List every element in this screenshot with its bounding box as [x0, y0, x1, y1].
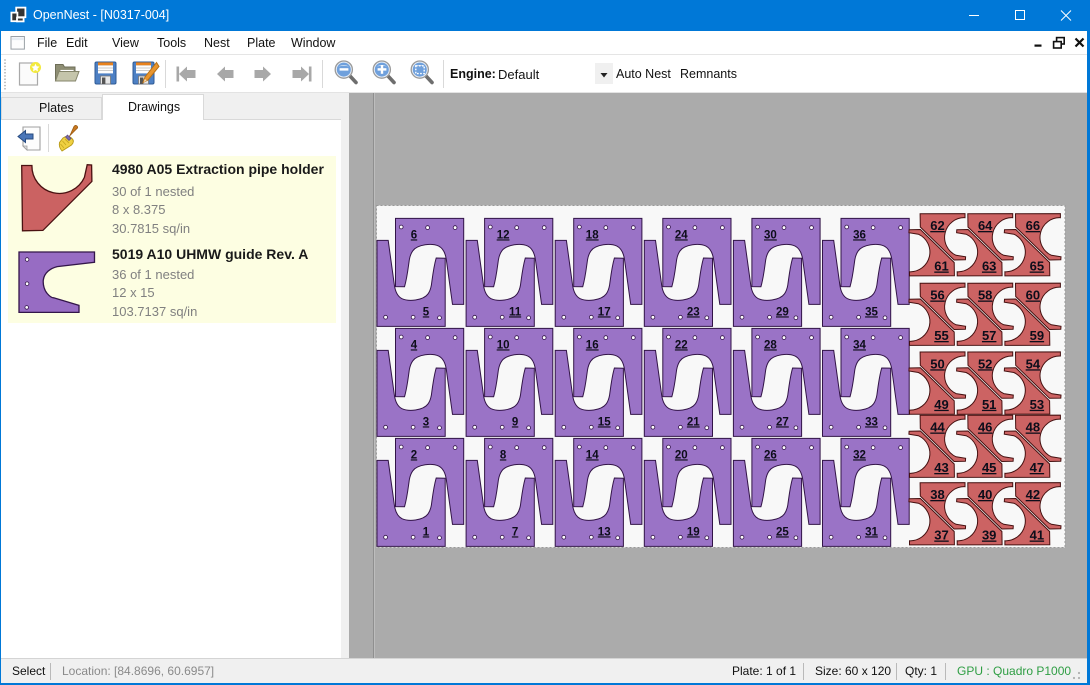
svg-text:29: 29: [776, 306, 789, 318]
svg-text:22: 22: [675, 339, 688, 351]
svg-text:6: 6: [411, 229, 417, 241]
svg-text:63: 63: [982, 259, 996, 274]
svg-text:55: 55: [934, 328, 948, 343]
svg-text:44: 44: [930, 420, 945, 435]
svg-text:9: 9: [512, 416, 518, 428]
svg-text:54: 54: [1026, 356, 1041, 371]
svg-text:4: 4: [411, 339, 418, 351]
svg-text:41: 41: [1030, 528, 1044, 543]
svg-text:1: 1: [423, 526, 430, 538]
svg-text:61: 61: [934, 259, 948, 274]
svg-text:60: 60: [1026, 288, 1040, 303]
svg-text:51: 51: [982, 397, 996, 412]
svg-text:66: 66: [1026, 218, 1040, 233]
svg-text:7: 7: [512, 526, 518, 538]
svg-text:37: 37: [934, 528, 948, 543]
svg-text:31: 31: [865, 526, 878, 538]
svg-text:65: 65: [1030, 259, 1044, 274]
svg-text:49: 49: [934, 397, 948, 412]
svg-text:28: 28: [764, 339, 777, 351]
svg-text:48: 48: [1026, 420, 1040, 435]
svg-text:40: 40: [978, 487, 992, 502]
svg-text:5: 5: [423, 306, 430, 318]
svg-text:62: 62: [930, 218, 944, 233]
svg-text:11: 11: [509, 306, 522, 318]
svg-text:27: 27: [776, 416, 789, 428]
svg-text:46: 46: [978, 420, 992, 435]
svg-text:58: 58: [978, 288, 992, 303]
svg-text:59: 59: [1030, 328, 1044, 343]
svg-text:32: 32: [853, 449, 866, 461]
svg-text:23: 23: [687, 306, 700, 318]
svg-text:10: 10: [497, 339, 510, 351]
svg-text:56: 56: [930, 288, 944, 303]
svg-text:45: 45: [982, 460, 996, 475]
svg-text:24: 24: [675, 229, 688, 241]
svg-text:64: 64: [978, 218, 993, 233]
svg-text:12: 12: [497, 229, 510, 241]
svg-text:43: 43: [934, 460, 948, 475]
svg-text:8: 8: [500, 449, 507, 461]
svg-text:52: 52: [978, 356, 992, 371]
svg-text:42: 42: [1026, 487, 1040, 502]
svg-text:3: 3: [423, 416, 429, 428]
svg-text:34: 34: [853, 339, 866, 351]
svg-text:21: 21: [687, 416, 700, 428]
svg-text:25: 25: [776, 526, 789, 538]
svg-text:18: 18: [586, 229, 599, 241]
svg-text:20: 20: [675, 449, 688, 461]
svg-text:2: 2: [411, 449, 417, 461]
svg-text:14: 14: [586, 449, 599, 461]
svg-text:33: 33: [865, 416, 878, 428]
svg-text:38: 38: [930, 487, 944, 502]
svg-text:47: 47: [1030, 460, 1044, 475]
svg-text:57: 57: [982, 328, 996, 343]
svg-text:39: 39: [982, 528, 996, 543]
svg-text:15: 15: [598, 416, 611, 428]
svg-text:17: 17: [598, 306, 611, 318]
svg-text:30: 30: [764, 229, 777, 241]
svg-text:35: 35: [865, 306, 878, 318]
svg-text:13: 13: [598, 526, 611, 538]
svg-text:36: 36: [853, 229, 866, 241]
svg-text:50: 50: [930, 356, 944, 371]
svg-text:19: 19: [687, 526, 700, 538]
svg-text:16: 16: [586, 339, 599, 351]
svg-text:53: 53: [1030, 397, 1044, 412]
svg-text:26: 26: [764, 449, 777, 461]
